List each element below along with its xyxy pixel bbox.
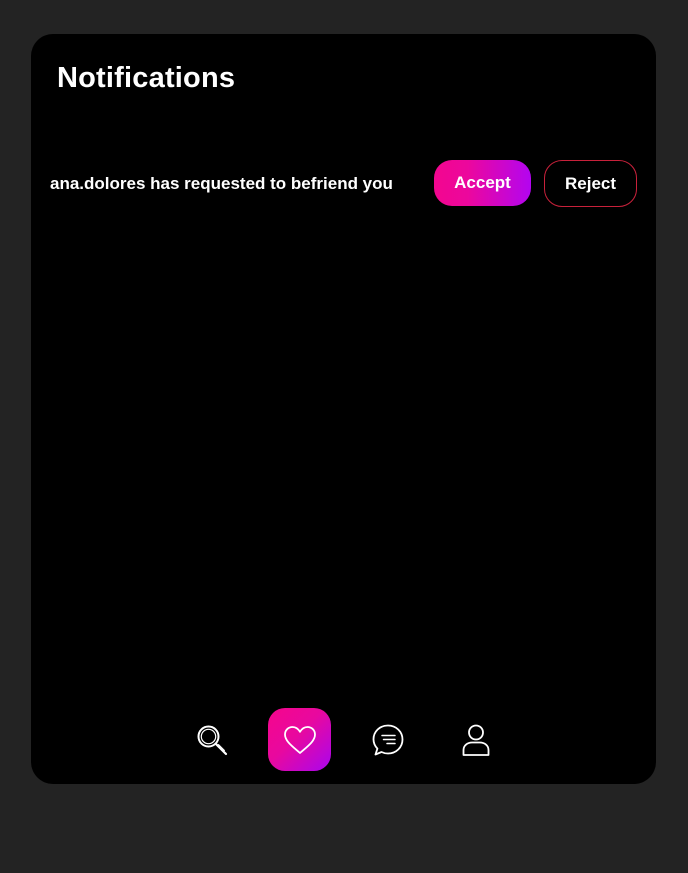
chat-icon xyxy=(372,724,404,756)
notifications-panel: Notifications ana.dolores has requested … xyxy=(31,34,656,784)
nav-messages-button[interactable] xyxy=(356,708,420,772)
user-icon xyxy=(462,724,490,756)
notification-item: ana.dolores has requested to befriend yo… xyxy=(31,160,656,208)
heart-icon xyxy=(283,725,316,754)
nav-search-button[interactable] xyxy=(180,708,244,772)
reject-button[interactable]: Reject xyxy=(544,160,637,207)
nav-notifications-button[interactable] xyxy=(268,708,331,771)
notification-text: ana.dolores has requested to befriend yo… xyxy=(50,174,393,193)
accept-button[interactable]: Accept xyxy=(434,160,531,206)
search-icon xyxy=(197,725,228,756)
bottom-nav xyxy=(31,708,656,772)
nav-profile-button[interactable] xyxy=(444,708,508,772)
page-title: Notifications xyxy=(57,62,236,94)
